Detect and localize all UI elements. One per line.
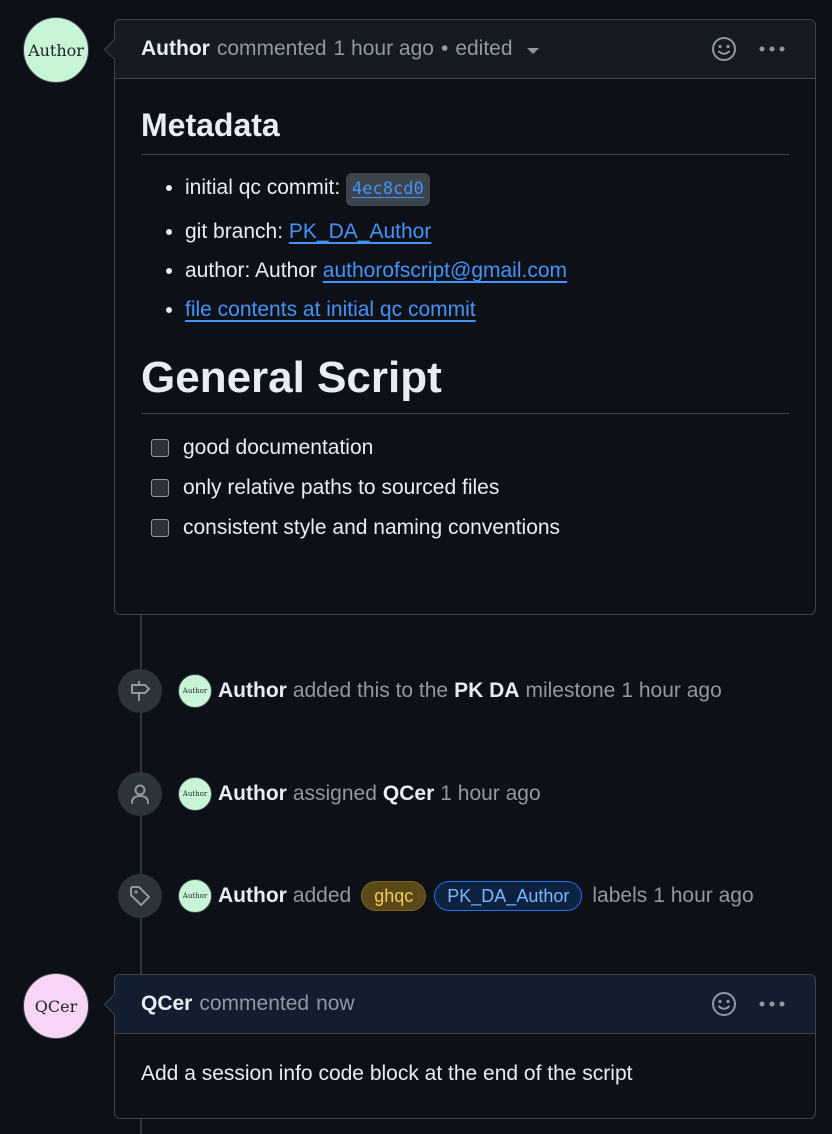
list-item: author: Author authorofscript@gmail.com [185, 257, 789, 284]
branch-link[interactable]: PK_DA_Author [289, 220, 431, 243]
author-comment: Author commented 1 hour ago • edited Met… [114, 19, 816, 615]
task-checkbox[interactable] [151, 519, 169, 537]
kebab-horizontal-icon[interactable] [759, 45, 785, 53]
person-icon [131, 784, 149, 804]
assigned-event: Author Author assigned QCer 1 hour ago [118, 771, 832, 817]
author-avatar[interactable]: Author [23, 17, 89, 83]
qcer-comment: QCer commented now Add a session info co… [114, 974, 816, 1119]
branch-label: git branch: [185, 220, 284, 243]
list-item: git branch: PK_DA_Author [185, 218, 789, 245]
comment-action: commented [216, 37, 327, 60]
event-time[interactable]: 1 hour ago [440, 782, 540, 806]
event-text: added [292, 884, 352, 907]
event-time[interactable]: 1 hour ago [653, 884, 753, 908]
task-checkbox[interactable] [151, 479, 169, 497]
assignee-link[interactable]: QCer [383, 782, 434, 806]
event-text: labels [592, 884, 648, 907]
milestone-icon [131, 681, 150, 701]
commit-hash-link[interactable]: 4ec8cd0 [346, 173, 430, 206]
actor-avatar[interactable]: Author [178, 777, 212, 811]
author-label: author: Author [185, 259, 317, 282]
label-ghqc[interactable]: ghqc [361, 881, 427, 911]
chevron-down-icon[interactable] [526, 48, 539, 54]
kebab-horizontal-icon[interactable] [759, 1000, 785, 1008]
event-actor[interactable]: Author [218, 884, 287, 908]
assign-badge [118, 772, 162, 816]
task-label: consistent style and naming conventions [183, 516, 561, 539]
event-actor[interactable]: Author [218, 679, 287, 703]
milestone-event: Author Author added this to the PK DA mi… [118, 668, 832, 714]
comment-action: commented [199, 992, 310, 1015]
smiley-icon[interactable] [711, 36, 737, 62]
task-item: consistent style and naming conventions [151, 516, 789, 540]
event-time[interactable]: 1 hour ago [621, 679, 721, 703]
comment-author[interactable]: Author [141, 37, 210, 61]
actor-avatar[interactable]: Author [178, 674, 212, 708]
general-script-heading: General Script [141, 353, 789, 414]
comment-header: QCer commented now [115, 975, 815, 1034]
task-label: good documentation [183, 436, 374, 459]
metadata-list: initial qc commit: 4ec8cd0 git branch: P… [141, 173, 789, 323]
list-item: file contents at initial qc commit [185, 296, 789, 323]
tag-icon [130, 886, 150, 906]
actor-avatar[interactable]: Author [178, 879, 212, 913]
separator-dot: • [440, 37, 449, 60]
smiley-icon[interactable] [711, 991, 737, 1017]
qcer-avatar[interactable]: QCer [23, 973, 89, 1039]
comment-time[interactable]: now [316, 992, 355, 1016]
edited-dropdown[interactable]: edited [455, 37, 512, 61]
task-label: only relative paths to sourced files [183, 476, 500, 499]
task-item: only relative paths to sourced files [151, 476, 789, 500]
label-pk-da-author[interactable]: PK_DA_Author [434, 881, 583, 911]
milestone-link[interactable]: PK DA [454, 679, 519, 703]
task-item: good documentation [151, 436, 789, 460]
event-text: added this to the [292, 679, 449, 702]
event-text: assigned [292, 782, 377, 805]
metadata-heading: Metadata [141, 107, 789, 155]
list-item: initial qc commit: 4ec8cd0 [185, 173, 789, 206]
comment-body-text: Add a session info code block at the end… [141, 1062, 633, 1085]
file-contents-link[interactable]: file contents at initial qc commit [185, 298, 476, 321]
task-checkbox[interactable] [151, 439, 169, 457]
label-badge [118, 874, 162, 918]
commit-label: initial qc commit: [185, 176, 341, 199]
comment-author[interactable]: QCer [141, 992, 192, 1016]
comment-header: Author commented 1 hour ago • edited [115, 20, 815, 79]
author-email-link[interactable]: authorofscript@gmail.com [323, 259, 567, 282]
event-text: milestone [525, 679, 616, 702]
comment-body: Metadata initial qc commit: 4ec8cd0 git … [115, 79, 815, 580]
comment-time[interactable]: 1 hour ago [334, 37, 434, 61]
milestone-badge [118, 669, 162, 713]
labels-event: Author Author added ghqc PK_DA_Author la… [118, 873, 832, 919]
event-actor[interactable]: Author [218, 782, 287, 806]
